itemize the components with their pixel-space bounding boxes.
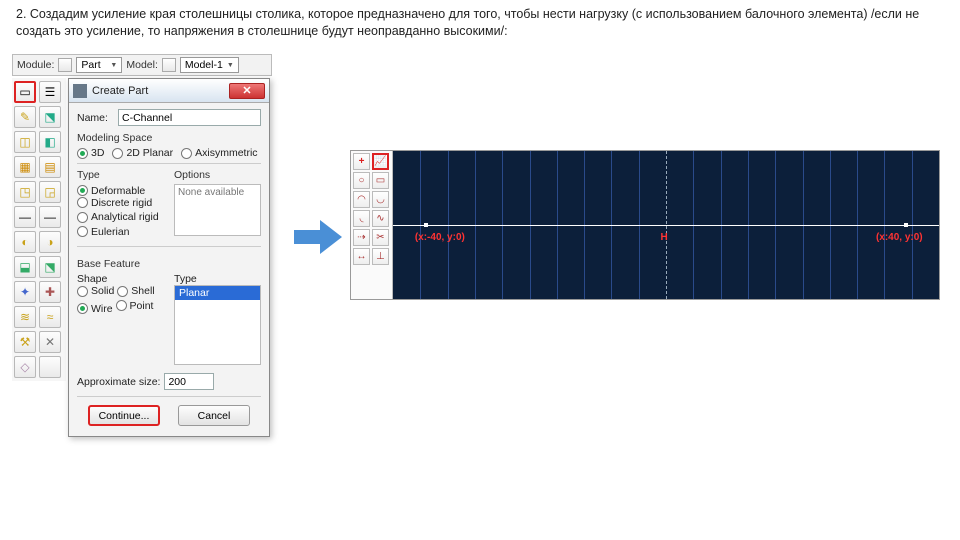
dim-tool[interactable]: ↔ [353, 248, 370, 265]
abaqus-panel: Module: Part▼ Model: Model-1▼ ▭☰ ✎⬔ ◫◧ ▦… [12, 54, 272, 514]
coord-right: (x:40, y:0) [876, 232, 923, 243]
part-manager-button[interactable]: ☰ [39, 81, 61, 103]
arc-tool[interactable]: ◠ [353, 191, 370, 208]
chevron-down-icon: ▼ [110, 62, 117, 69]
type-planar[interactable]: Planar [175, 286, 260, 300]
arc2-tool[interactable]: ◡ [372, 191, 389, 208]
h-constraint: H [661, 232, 668, 243]
tool-btn[interactable]: ≈ [39, 306, 61, 328]
tool-btn[interactable]: — [39, 206, 61, 228]
tool-btn[interactable]: ◧ [39, 131, 61, 153]
radio-eulerian[interactable]: Eulerian [77, 226, 130, 238]
tool-btn[interactable]: ✚ [39, 281, 61, 303]
rect-tool[interactable]: ▭ [372, 172, 389, 189]
tool-btn[interactable]: ◑ [39, 231, 61, 253]
dialog-title: Create Part [92, 85, 229, 97]
tool-btn[interactable]: ◳ [14, 181, 36, 203]
radio-wire[interactable]: Wire [77, 303, 113, 315]
radio-3d[interactable]: 3D [77, 147, 104, 159]
continue-button[interactable]: Continue... [88, 405, 160, 426]
approx-size-label: Approximate size: [77, 376, 160, 388]
tool-btn[interactable]: ≋ [14, 306, 36, 328]
fillet-tool[interactable]: ◟ [353, 210, 370, 227]
type2-label: Type [174, 273, 261, 285]
tool-btn[interactable]: ◇ [14, 356, 36, 378]
tool-btn[interactable]: ⬓ [14, 256, 36, 278]
sketch-canvas[interactable]: (x:-40, y:0) (x:40, y:0) H [393, 151, 939, 299]
module-value: Part [81, 59, 100, 71]
radio-point[interactable]: Point [116, 300, 154, 312]
radio-discrete-rigid[interactable]: Discrete rigid [77, 197, 152, 209]
tool-btn[interactable]: — [14, 206, 36, 228]
endpoint-left [424, 223, 428, 227]
create-part-dialog: Create Part ✕ Name: Modeling Space 3D 2D… [68, 78, 270, 437]
radio-solid[interactable]: Solid [77, 285, 114, 297]
part-toolbox: ▭☰ ✎⬔ ◫◧ ▦▤ ◳◲ —— ◐◑ ⬓⬔ ✦✚ ≋≈ ⚒✕ ◇ [12, 78, 66, 381]
model-value: Model-1 [185, 59, 223, 71]
tool-btn[interactable]: ◫ [14, 131, 36, 153]
tool-btn[interactable]: ⚒ [14, 331, 36, 353]
tool-btn[interactable]: ⬔ [39, 256, 61, 278]
options-label: Options [174, 169, 261, 181]
type-label: Type [77, 169, 164, 181]
tool-btn[interactable]: ◐ [14, 231, 36, 253]
base-feature-label: Base Feature [77, 258, 261, 270]
modeling-space-label: Modeling Space [77, 132, 261, 144]
sketcher-panel: +📈 ○▭ ◠◡ ◟∿ ⇢✂ ↔⊥ (x:-40, y:0) (x:40, y:… [350, 150, 940, 300]
options-box: None available [174, 184, 261, 236]
dialog-icon [73, 84, 87, 98]
tool-btn[interactable]: ▤ [39, 156, 61, 178]
tool-btn[interactable]: ◲ [39, 181, 61, 203]
module-label: Module: [17, 59, 54, 71]
radio-analytical-rigid[interactable]: Analytical rigid [77, 211, 159, 223]
approx-size-input[interactable] [164, 373, 214, 390]
tool-btn[interactable]: ⬔ [39, 106, 61, 128]
close-button[interactable]: ✕ [229, 83, 265, 99]
module-toolbar: Module: Part ▼ Model: Model-1 ▼ [12, 54, 272, 76]
create-part-button[interactable]: ▭ [14, 81, 36, 103]
type-list[interactable]: Planar [174, 285, 261, 365]
shape-label: Shape [77, 273, 164, 285]
line-tool[interactable]: 📈 [372, 153, 389, 170]
trim-tool[interactable]: ✂ [372, 229, 389, 246]
tool-btn[interactable]: ▦ [14, 156, 36, 178]
model-select[interactable]: Model-1 ▼ [180, 57, 239, 73]
tool-btn[interactable]: ✎ [14, 106, 36, 128]
model-label: Model: [126, 59, 158, 71]
name-label: Name: [77, 112, 113, 124]
chevron-down-icon: ▼ [227, 62, 234, 69]
coord-left: (x:-40, y:0) [415, 232, 465, 243]
model-icon [162, 58, 176, 72]
offset-tool[interactable]: ⇢ [353, 229, 370, 246]
point-tool[interactable]: + [353, 153, 370, 170]
tool-btn[interactable]: ✦ [14, 281, 36, 303]
circle-tool[interactable]: ○ [353, 172, 370, 189]
sketch-toolbox: +📈 ○▭ ◠◡ ◟∿ ⇢✂ ↔⊥ [351, 151, 393, 299]
constraint-tool[interactable]: ⊥ [372, 248, 389, 265]
arrow-icon [294, 220, 342, 254]
spline-tool[interactable]: ∿ [372, 210, 389, 227]
tool-btn[interactable]: ✕ [39, 331, 61, 353]
endpoint-right [904, 223, 908, 227]
instruction-text: 2. Создадим усиление края столешницы сто… [16, 6, 944, 40]
tool-btn[interactable] [39, 356, 61, 378]
name-input[interactable] [118, 109, 261, 126]
dialog-titlebar[interactable]: Create Part ✕ [69, 79, 269, 103]
radio-axisymmetric[interactable]: Axisymmetric [181, 147, 257, 159]
radio-shell[interactable]: Shell [117, 285, 154, 297]
wire-line [393, 225, 939, 226]
module-icon [58, 58, 72, 72]
cancel-button[interactable]: Cancel [178, 405, 250, 426]
module-select[interactable]: Part ▼ [76, 57, 122, 73]
radio-deformable[interactable]: Deformable [77, 185, 145, 197]
radio-2d-planar[interactable]: 2D Planar [112, 147, 173, 159]
